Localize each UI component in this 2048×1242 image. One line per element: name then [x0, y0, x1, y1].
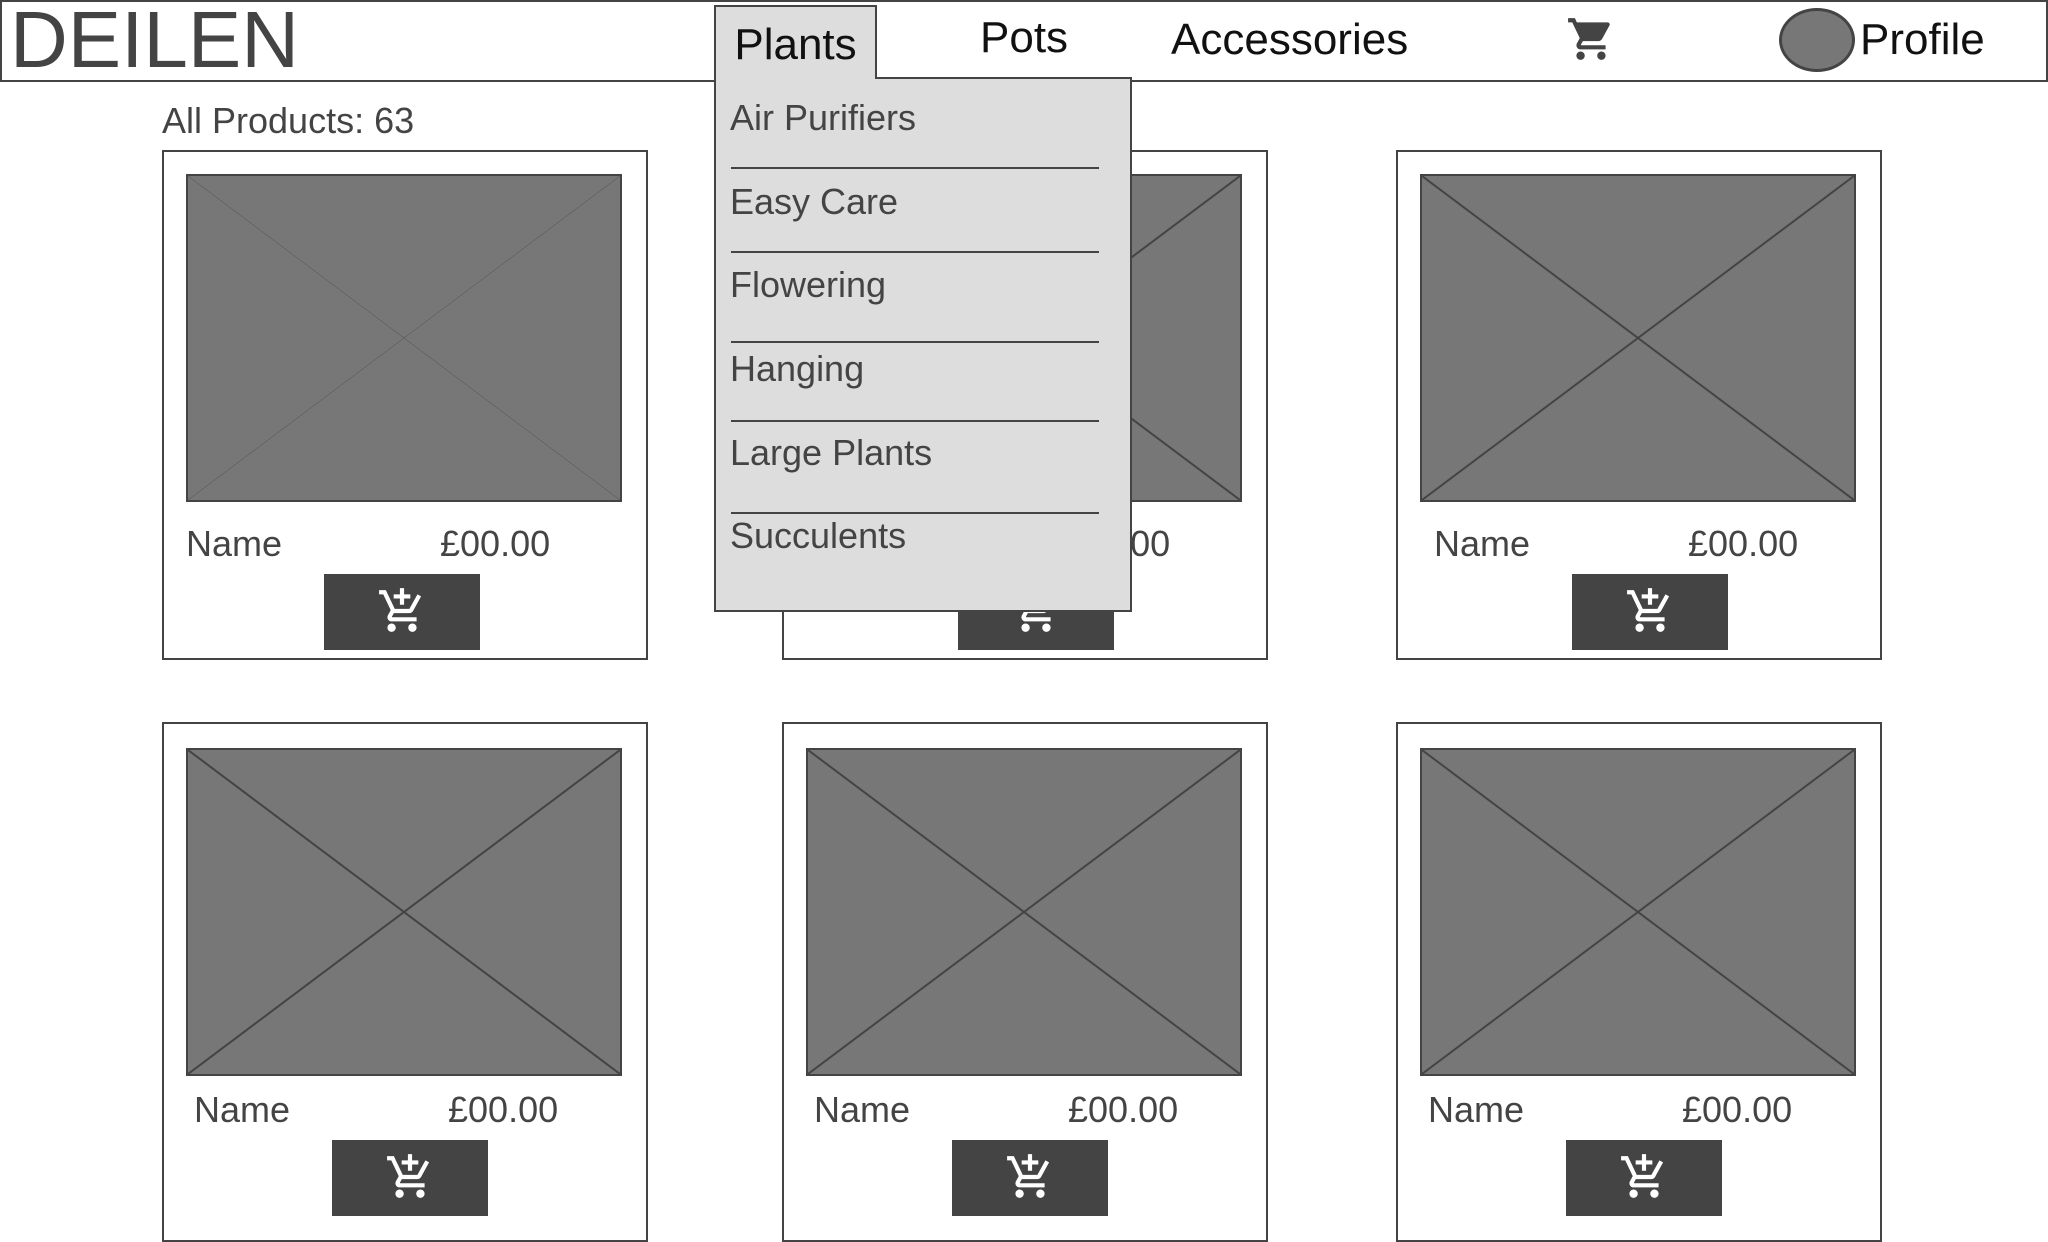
shopping-cart-icon[interactable] [1566, 14, 1616, 64]
product-name[interactable]: Name [1434, 524, 1530, 564]
site-logo[interactable]: DEILEN [10, 0, 299, 82]
product-name[interactable]: Name [814, 1090, 910, 1130]
product-price: £00.00 [1682, 1089, 1793, 1130]
menu-item-hanging[interactable]: Hanging [730, 349, 864, 389]
menu-divider [731, 167, 1099, 169]
product-price: £00.00 [1068, 1089, 1179, 1130]
product-price: £00.00 [440, 523, 551, 564]
product-name[interactable]: Name [194, 1090, 290, 1130]
product-name[interactable]: Name [186, 524, 282, 564]
product-image-placeholder[interactable] [1420, 748, 1856, 1076]
add-to-cart-button[interactable] [324, 574, 480, 650]
add-to-cart-button[interactable] [1566, 1140, 1722, 1216]
product-count: All Products: 63 [162, 100, 415, 141]
add-to-cart-button[interactable] [1572, 574, 1728, 650]
menu-item-succulents[interactable]: Succulents [730, 516, 906, 556]
nav-tab-plants[interactable]: Plants [714, 5, 877, 79]
add-to-cart-icon [379, 588, 422, 632]
product-name[interactable]: Name [1428, 1090, 1524, 1130]
nav-tab-pots[interactable]: Pots [980, 16, 1068, 60]
add-to-cart-button[interactable] [952, 1140, 1108, 1216]
menu-item-easy-care[interactable]: Easy Care [730, 182, 898, 222]
menu-divider [731, 420, 1099, 422]
menu-divider [731, 251, 1099, 253]
product-price: £00.00 [448, 1089, 559, 1130]
menu-divider [731, 512, 1099, 514]
add-to-cart-icon [1627, 588, 1670, 632]
product-image-placeholder[interactable] [186, 748, 622, 1076]
menu-item-air-purifiers[interactable]: Air Purifiers [730, 98, 916, 138]
product-image-placeholder[interactable] [186, 174, 622, 502]
add-to-cart-icon [1621, 1154, 1664, 1198]
product-image-placeholder[interactable] [1420, 174, 1856, 502]
profile-link[interactable]: Profile [1860, 18, 1985, 62]
plants-dropdown-menu: Air Purifiers Easy Care Flowering Hangin… [714, 77, 1132, 612]
avatar[interactable] [1779, 8, 1855, 72]
product-image-placeholder[interactable] [806, 748, 1242, 1076]
add-to-cart-icon [1007, 1154, 1050, 1198]
nav-tab-plants-label: Plants [734, 20, 857, 69]
add-to-cart-icon [387, 1154, 430, 1198]
menu-item-large-plants[interactable]: Large Plants [730, 433, 932, 473]
menu-item-flowering[interactable]: Flowering [730, 265, 886, 305]
add-to-cart-button[interactable] [332, 1140, 488, 1216]
product-price: £00.00 [1688, 523, 1799, 564]
nav-tab-accessories[interactable]: Accessories [1171, 18, 1408, 62]
menu-divider [731, 341, 1099, 343]
